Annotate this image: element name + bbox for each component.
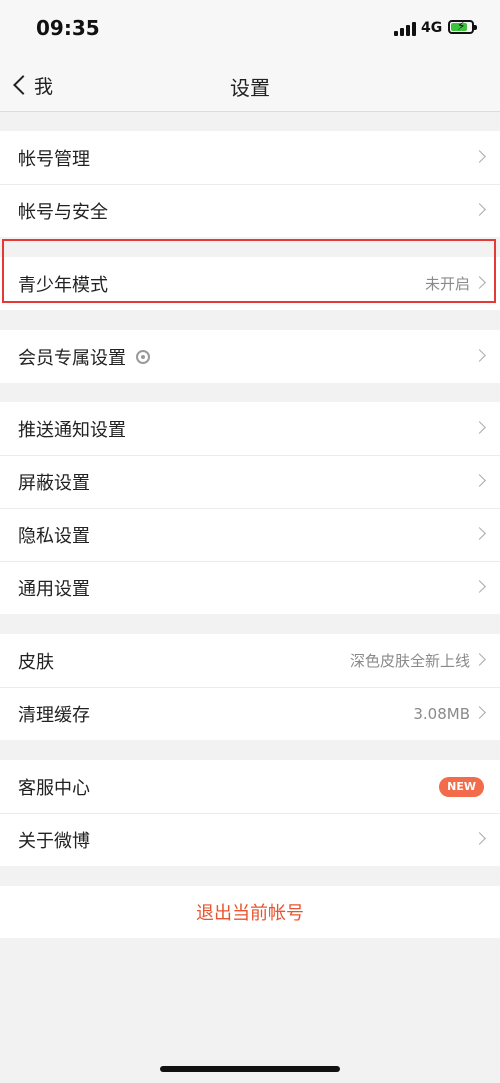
row-label: 帐号与安全 (18, 201, 108, 223)
logout-label: 退出当前帐号 (196, 903, 304, 924)
row-customer-service[interactable]: 客服中心 NEW (0, 760, 500, 813)
row-clear-cache[interactable]: 清理缓存 3.08MB (0, 687, 500, 740)
row-label: 关于微博 (18, 830, 90, 852)
row-label: 推送通知设置 (18, 419, 126, 441)
row-privacy-settings[interactable]: 隐私设置 (0, 508, 500, 561)
row-value: 深色皮肤全新上线 (349, 652, 470, 670)
vip-crown-icon (136, 349, 150, 364)
chevron-right-icon (473, 421, 486, 434)
row-label: 通用设置 (18, 578, 90, 600)
row-label: 客服中心 (18, 777, 90, 799)
logout-button[interactable]: 退出当前帐号 (0, 886, 500, 938)
row-skin[interactable]: 皮肤 深色皮肤全新上线 (0, 634, 500, 687)
chevron-right-icon (473, 349, 486, 362)
settings-group-vip: 会员专属设置 (0, 330, 500, 383)
row-label: 帐号管理 (18, 148, 90, 170)
chevron-right-icon (473, 150, 486, 163)
settings-group-appearance: 皮肤 深色皮肤全新上线 清理缓存 3.08MB (0, 634, 500, 740)
row-label-wrap: 会员专属设置 (18, 344, 150, 370)
row-label: 皮肤 (18, 651, 54, 673)
row-account-security[interactable]: 帐号与安全 (0, 184, 500, 237)
status-time: 09:35 (36, 16, 100, 40)
chevron-right-icon (473, 580, 486, 593)
home-indicator[interactable] (160, 1066, 340, 1072)
chevron-right-icon (473, 203, 486, 216)
row-label: 清理缓存 (18, 704, 90, 726)
chevron-right-icon (473, 706, 486, 719)
status-bar: 09:35 4G ⚡ (0, 0, 500, 60)
row-general-settings[interactable]: 通用设置 (0, 561, 500, 614)
row-label: 会员专属设置 (18, 347, 126, 369)
row-account-management[interactable]: 帐号管理 (0, 131, 500, 184)
battery-charging-icon: ⚡ (448, 19, 477, 34)
settings-group-support: 客服中心 NEW 关于微博 (0, 760, 500, 866)
row-about-weibo[interactable]: 关于微博 (0, 813, 500, 866)
chevron-right-icon (473, 474, 486, 487)
settings-group-account: 帐号管理 帐号与安全 (0, 131, 500, 237)
new-badge: NEW (439, 777, 484, 797)
row-vip-settings[interactable]: 会员专属设置 (0, 330, 500, 383)
row-block-settings[interactable]: 屏蔽设置 (0, 455, 500, 508)
signal-icon (394, 22, 418, 36)
row-value: 3.08MB (413, 704, 470, 723)
highlight-box (2, 239, 496, 303)
chevron-right-icon (473, 653, 486, 666)
network-type: 4G (421, 20, 443, 36)
chevron-right-icon (473, 832, 486, 845)
settings-group-general: 推送通知设置 屏蔽设置 隐私设置 通用设置 (0, 402, 500, 614)
row-label: 屏蔽设置 (18, 472, 90, 494)
row-label: 隐私设置 (18, 525, 90, 547)
row-push-settings[interactable]: 推送通知设置 (0, 402, 500, 455)
chevron-right-icon (473, 527, 486, 540)
page-title: 设置 (230, 76, 270, 100)
nav-bar: 我 设置 (0, 60, 500, 112)
